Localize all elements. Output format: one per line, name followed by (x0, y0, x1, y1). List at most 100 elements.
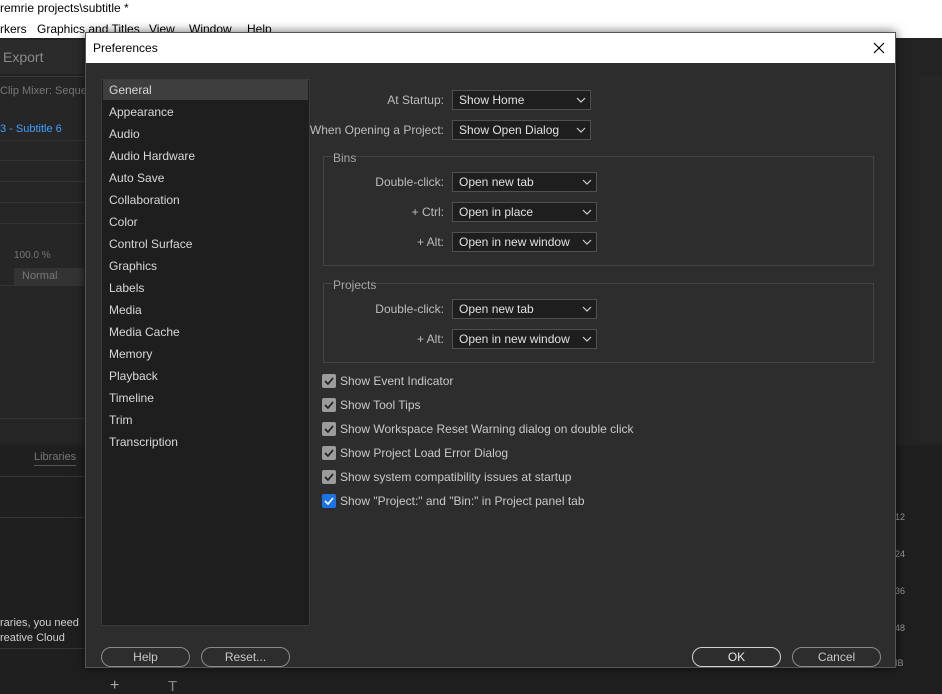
category-memory[interactable]: Memory (103, 344, 308, 364)
panel-divider (0, 517, 85, 518)
blend-mode-select[interactable]: Normal (14, 268, 84, 285)
category-auto-save[interactable]: Auto Save (103, 168, 308, 188)
app-titlebar: remrie projects\subtitle * (0, 0, 942, 20)
checkbox-row: Show Project Load Error Dialog (322, 445, 508, 461)
preferences-dialog: Preferences General Appearance Audio Aud… (85, 32, 896, 668)
tool-strip (85, 668, 880, 694)
panel-divider (0, 202, 85, 203)
category-audio-hardware[interactable]: Audio Hardware (103, 146, 308, 166)
bins-double-click-label: Double-click: (375, 175, 444, 189)
close-icon (873, 42, 885, 54)
bins-double-click-dropdown[interactable]: Open new tab (452, 172, 597, 192)
right-panel (920, 76, 942, 442)
panel-divider (0, 476, 85, 477)
dialog-title: Preferences (93, 41, 158, 55)
libraries-tab[interactable]: Libraries (34, 451, 77, 466)
libraries-message: raries, you need (0, 617, 79, 629)
panel-divider (0, 418, 85, 419)
panel-divider (0, 285, 85, 286)
checkmark-icon (324, 425, 334, 433)
checkmark-icon (324, 473, 334, 481)
category-graphics[interactable]: Graphics (103, 256, 308, 276)
clip-mixer-tab[interactable]: Clip Mixer: Seque (0, 85, 87, 97)
projects-double-click-value: Open new tab (459, 302, 534, 316)
plus-icon[interactable]: + (110, 677, 119, 694)
when-opening-dropdown[interactable]: Show Open Dialog (452, 120, 591, 140)
bins-ctrl-dropdown[interactable]: Open in place (452, 202, 597, 222)
checkmark-icon (324, 401, 334, 409)
app-title: remrie projects\subtitle * (0, 1, 129, 15)
chevron-down-icon (582, 209, 592, 215)
help-button[interactable]: Help (101, 647, 190, 667)
opacity-value[interactable]: 100.0 % (14, 250, 51, 261)
at-startup-label: At Startup: (387, 93, 444, 107)
category-trim[interactable]: Trim (103, 410, 308, 430)
panel-divider (0, 160, 85, 161)
checkbox-row: Show "Project:" and "Bin:" in Project pa… (322, 493, 585, 509)
chevron-down-icon (582, 336, 592, 342)
checkbox-row: Show Workspace Reset Warning dialog on d… (322, 421, 633, 437)
panel-divider (0, 181, 85, 182)
checkmark-icon (324, 449, 334, 457)
when-opening-label: When Opening a Project: (309, 123, 444, 137)
reset-button[interactable]: Reset... (201, 647, 290, 667)
show-project-bin-in-tab-checkbox[interactable] (322, 494, 336, 508)
show-project-load-error-checkbox[interactable] (322, 446, 336, 460)
chevron-down-icon (582, 306, 592, 312)
menu-markers[interactable]: rkers (0, 20, 27, 38)
category-control-surface[interactable]: Control Surface (103, 234, 308, 254)
libraries-panel (0, 445, 85, 694)
meter-tick: 48 (895, 623, 906, 633)
panel-divider (0, 140, 85, 141)
bins-alt-dropdown[interactable]: Open in new window (452, 232, 597, 252)
category-audio[interactable]: Audio (103, 124, 308, 144)
checkbox-row: Show system compatibility issues at star… (322, 469, 571, 485)
category-media[interactable]: Media (103, 300, 308, 320)
category-color[interactable]: Color (103, 212, 308, 232)
export-tab[interactable]: Export (3, 49, 43, 65)
close-button[interactable] (867, 36, 891, 60)
category-timeline[interactable]: Timeline (103, 388, 308, 408)
category-appearance[interactable]: Appearance (103, 102, 308, 122)
category-media-cache[interactable]: Media Cache (103, 322, 308, 342)
category-collaboration[interactable]: Collaboration (103, 190, 308, 210)
category-labels[interactable]: Labels (103, 278, 308, 298)
category-general[interactable]: General (103, 80, 308, 100)
show-compatibility-issues-checkbox[interactable] (322, 470, 336, 484)
projects-double-click-dropdown[interactable]: Open new tab (452, 299, 597, 319)
bins-ctrl-value: Open in place (459, 205, 534, 219)
chevron-down-icon (582, 239, 592, 245)
bins-ctrl-label: + Ctrl: (411, 205, 444, 219)
category-transcription[interactable]: Transcription (103, 432, 308, 452)
checkbox-label: Show system compatibility issues at star… (340, 470, 572, 484)
panel-divider (0, 223, 85, 224)
bins-alt-value: Open in new window (459, 235, 570, 249)
show-event-indicator-checkbox[interactable] (322, 374, 336, 388)
ok-button[interactable]: OK (692, 647, 781, 667)
checkmark-icon (324, 497, 334, 505)
checkbox-label: Show "Project:" and "Bin:" in Project pa… (340, 494, 585, 508)
show-workspace-reset-warning-checkbox[interactable] (322, 422, 336, 436)
projects-double-click-label: Double-click: (375, 302, 444, 316)
projects-group-title: Projects (333, 278, 377, 292)
panel-divider (0, 648, 85, 649)
subtitle-clip-label[interactable]: 3 - Subtitle 6 (0, 123, 62, 135)
at-startup-value: Show Home (459, 93, 525, 107)
projects-alt-label: + Alt: (416, 332, 444, 346)
show-tool-tips-checkbox[interactable] (322, 398, 336, 412)
type-tool-icon[interactable]: T (168, 678, 177, 694)
projects-group (323, 283, 874, 363)
checkbox-label: Show Tool Tips (340, 398, 421, 412)
at-startup-dropdown[interactable]: Show Home (452, 90, 591, 110)
projects-alt-dropdown[interactable]: Open in new window (452, 329, 597, 349)
when-opening-value: Show Open Dialog (459, 123, 560, 137)
dialog-titlebar: Preferences (86, 33, 895, 63)
cancel-button[interactable]: Cancel (792, 647, 881, 667)
bins-double-click-value: Open new tab (459, 175, 534, 189)
chevron-down-icon (582, 179, 592, 185)
checkmark-icon (324, 377, 334, 385)
category-playback[interactable]: Playback (103, 366, 308, 386)
libraries-message: reative Cloud (0, 632, 65, 644)
checkbox-row: Show Tool Tips (322, 397, 421, 413)
bins-alt-label: + Alt: (416, 235, 444, 249)
